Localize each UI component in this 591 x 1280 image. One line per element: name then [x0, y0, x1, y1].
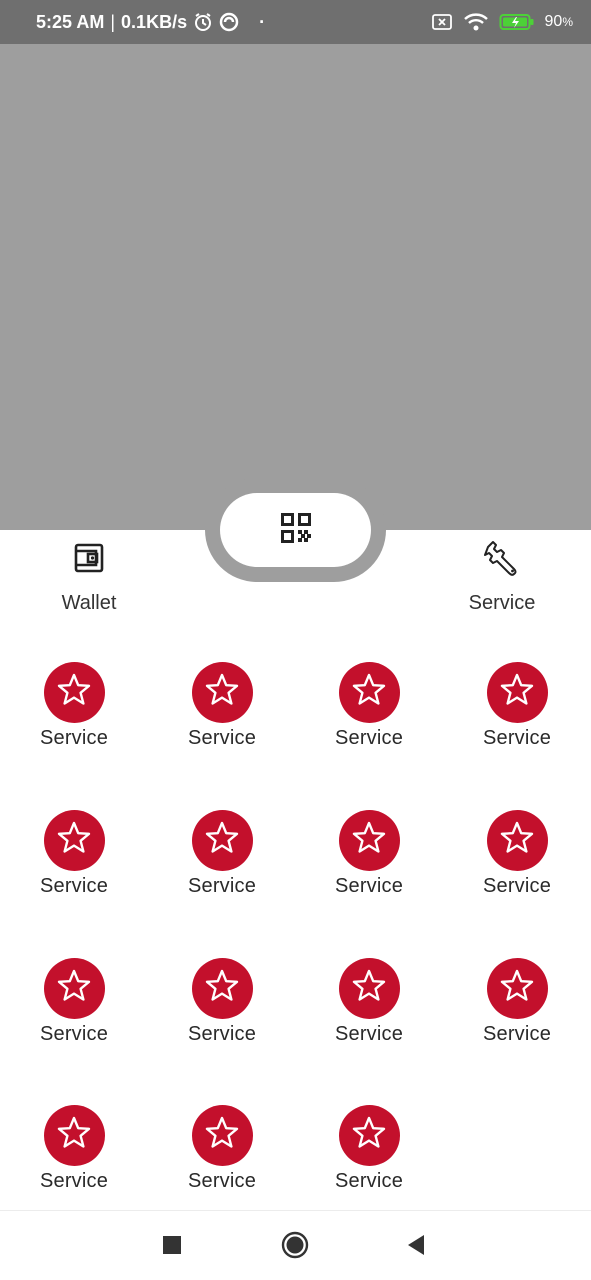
home-icon	[281, 1231, 309, 1264]
service-label: Service	[187, 727, 257, 749]
service-label: Service	[39, 727, 109, 749]
service-shortcut[interactable]: Service	[442, 538, 562, 615]
star-icon	[56, 968, 92, 1009]
qr-scan-button[interactable]	[220, 493, 371, 567]
star-icon	[351, 672, 387, 713]
star-icon	[499, 968, 535, 1009]
star-icon	[351, 1115, 387, 1156]
wifi-icon	[463, 12, 489, 32]
service-item[interactable]: Service	[309, 810, 429, 898]
data-saver-icon	[219, 12, 239, 32]
service-label: Service	[187, 1023, 257, 1045]
star-icon	[351, 820, 387, 861]
service-badge	[191, 810, 253, 871]
star-icon	[499, 672, 535, 713]
service-item[interactable]: Service	[14, 810, 134, 898]
star-icon	[351, 968, 387, 1009]
service-item[interactable]: Service	[162, 662, 282, 750]
service-item[interactable]: Service	[309, 958, 429, 1046]
recent-apps-icon	[162, 1235, 182, 1260]
back-button[interactable]	[398, 1229, 434, 1265]
alarm-icon	[193, 12, 213, 32]
service-badge	[338, 1105, 400, 1166]
service-item[interactable]: Service	[14, 958, 134, 1046]
service-item[interactable]: Service	[457, 810, 577, 898]
service-item[interactable]: Service	[162, 958, 282, 1046]
service-item[interactable]: Service	[457, 662, 577, 750]
service-label: Service	[482, 875, 552, 897]
status-time: 5:25 AM	[36, 11, 105, 32]
service-label: Service	[187, 875, 257, 897]
service-badge	[43, 958, 105, 1019]
service-label: Service	[187, 1170, 257, 1192]
wallet-icon	[74, 538, 104, 578]
dot-icon: ·	[259, 11, 266, 32]
home-button[interactable]	[277, 1229, 313, 1265]
navigation-bar	[0, 1210, 591, 1280]
status-bar: 5:25 AM | 0.1KB/s · 90%	[0, 0, 591, 44]
wrench-icon	[484, 538, 520, 578]
star-icon	[204, 968, 240, 1009]
service-badge	[191, 662, 253, 723]
battery-percent: 90%	[544, 13, 573, 30]
service-label: Service	[334, 727, 404, 749]
status-right: 90%	[431, 0, 573, 44]
status-separator: |	[110, 11, 116, 32]
star-icon	[204, 1115, 240, 1156]
star-icon	[204, 820, 240, 861]
service-label: Service	[39, 1023, 109, 1045]
service-badge	[338, 958, 400, 1019]
service-label: Service	[334, 1170, 404, 1192]
service-badge	[191, 1105, 253, 1166]
service-item[interactable]: Service	[14, 662, 134, 750]
back-icon	[406, 1234, 426, 1261]
service-badge	[486, 958, 548, 1019]
status-left: 5:25 AM | 0.1KB/s ·	[36, 0, 265, 44]
service-badge	[43, 810, 105, 871]
service-badge	[338, 810, 400, 871]
service-item[interactable]: Service	[309, 662, 429, 750]
battery-charging-icon	[499, 12, 535, 32]
service-badge	[191, 958, 253, 1019]
service-item[interactable]: Service	[457, 958, 577, 1046]
service-item[interactable]: Service	[309, 1105, 429, 1193]
status-network-speed: 0.1KB/s	[121, 11, 188, 32]
service-item[interactable]: Service	[162, 1105, 282, 1193]
hero-banner	[0, 44, 591, 530]
wallet-label: Wallet	[61, 592, 117, 614]
service-badge	[43, 1105, 105, 1166]
star-icon	[56, 1115, 92, 1156]
star-icon	[499, 820, 535, 861]
service-label: Service	[482, 1023, 552, 1045]
service-label: Service	[39, 1170, 109, 1192]
wallet-shortcut[interactable]: Wallet	[29, 538, 149, 615]
qr-code-icon	[280, 512, 311, 548]
sim-off-icon	[431, 13, 453, 31]
service-item[interactable]: Service	[162, 810, 282, 898]
service-badge	[486, 662, 548, 723]
service-badge	[43, 662, 105, 723]
service-item[interactable]: Service	[14, 1105, 134, 1193]
service-badge	[338, 662, 400, 723]
star-icon	[204, 672, 240, 713]
service-label: Service	[334, 875, 404, 897]
service-shortcut-label: Service	[468, 592, 536, 614]
service-label: Service	[334, 1023, 404, 1045]
star-icon	[56, 820, 92, 861]
service-label: Service	[39, 875, 109, 897]
recent-apps-button[interactable]	[154, 1229, 190, 1265]
star-icon	[56, 672, 92, 713]
service-label: Service	[482, 727, 552, 749]
service-badge	[486, 810, 548, 871]
